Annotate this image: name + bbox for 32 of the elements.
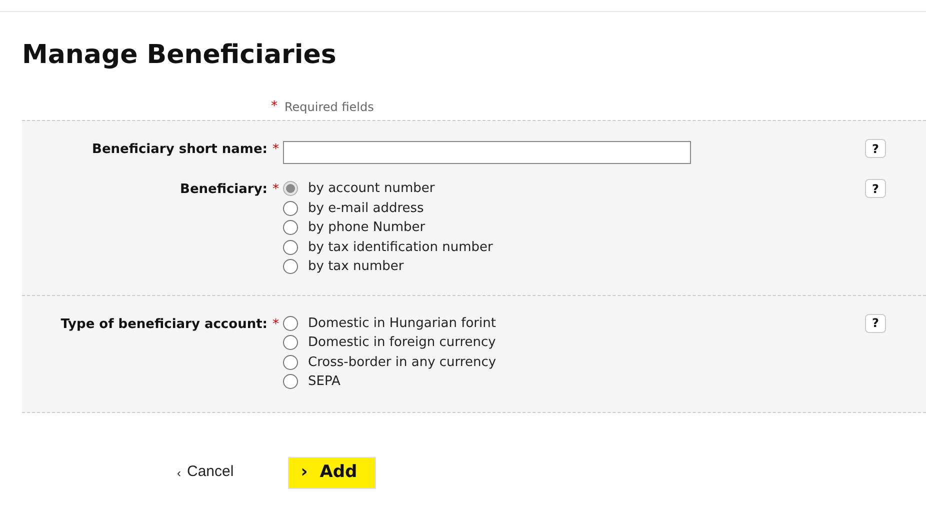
page-title: Manage Beneficiaries <box>22 39 338 71</box>
field-label: Beneficiary short name: <box>92 141 268 159</box>
radio-button[interactable] <box>283 240 298 255</box>
help-button[interactable]: ? <box>865 139 886 158</box>
radio-label: SEPA <box>308 373 340 391</box>
radio-button[interactable] <box>283 259 298 274</box>
radio-label: by e-mail address <box>308 200 424 218</box>
help-button[interactable]: ? <box>865 179 886 198</box>
radio-label: Domestic in foreign currency <box>308 334 496 352</box>
radio-label: by tax identification number <box>308 238 493 256</box>
radio-button[interactable] <box>283 335 298 350</box>
cancel-link[interactable]: ‹ Cancel <box>177 461 234 484</box>
radio-button[interactable] <box>283 220 298 236</box>
radio-label: Domestic in Hungarian forint <box>308 314 496 332</box>
required-mark: * <box>272 181 279 199</box>
required-mark: * <box>272 316 279 334</box>
field-label: Type of beneficiary account: <box>60 316 268 334</box>
field-label: Beneficiary: <box>180 181 268 199</box>
radio-button[interactable] <box>283 200 298 216</box>
radio-label: Cross-border in any currency <box>308 354 496 372</box>
required-mark: * <box>272 141 279 159</box>
radio-button[interactable] <box>283 354 298 370</box>
add-button[interactable]: › Add <box>288 456 376 488</box>
required-note: Required fields <box>284 99 374 116</box>
required-mark: * <box>271 98 278 116</box>
radio-button[interactable] <box>283 316 298 331</box>
radio-label: by account number <box>308 180 435 198</box>
radio-label: by tax number <box>308 258 404 276</box>
help-button[interactable]: ? <box>865 314 886 332</box>
radio-button[interactable] <box>283 374 298 390</box>
radio-label: by phone Number <box>308 219 426 237</box>
short-name-field[interactable] <box>283 141 691 164</box>
